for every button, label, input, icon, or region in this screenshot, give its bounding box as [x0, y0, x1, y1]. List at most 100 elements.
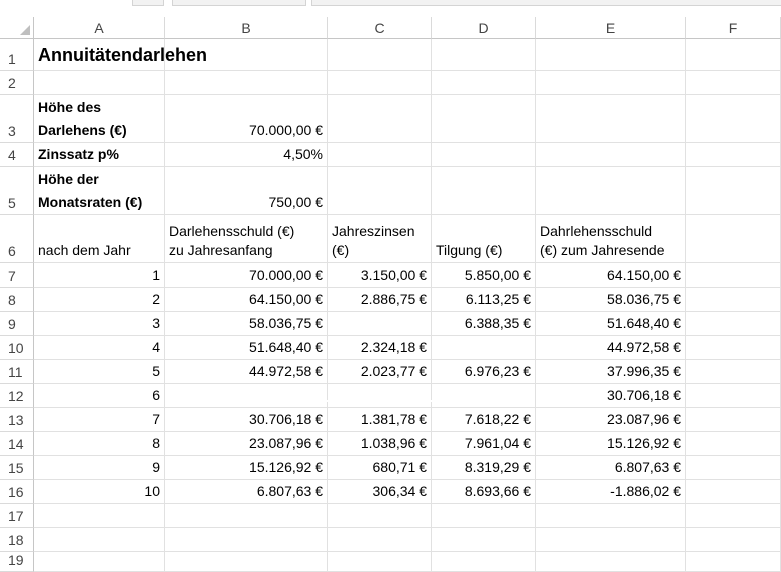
cell-f16[interactable]	[686, 480, 781, 504]
cell-d1[interactable]	[432, 39, 536, 71]
cell-a5[interactable]: Höhe der Monatsraten (€)	[34, 167, 165, 215]
cell-c18[interactable]	[328, 528, 432, 552]
cell-e11[interactable]: 37.996,35 €	[536, 360, 686, 384]
cell-e6[interactable]: Dahrlehensschuld (€) zum Jahresende	[536, 215, 686, 263]
cell-c1[interactable]	[328, 39, 432, 71]
column-header-c[interactable]: C	[328, 17, 432, 39]
cell-b10[interactable]: 51.648,40 €	[165, 336, 328, 360]
cell-d14[interactable]: 7.961,04 €	[432, 432, 536, 456]
cell-f9[interactable]	[686, 312, 781, 336]
cell-d11[interactable]: 6.976,23 €	[432, 360, 536, 384]
cell-a17[interactable]	[34, 504, 165, 528]
row-header-9[interactable]: 9	[0, 312, 34, 336]
cell-e14[interactable]: 15.126,92 €	[536, 432, 686, 456]
cell-d4[interactable]	[432, 143, 536, 167]
cell-a3[interactable]: Höhe des Darlehens (€)	[34, 95, 165, 143]
cell-b17[interactable]	[165, 504, 328, 528]
cell-a18[interactable]	[34, 528, 165, 552]
cell-a13[interactable]: 7	[34, 408, 165, 432]
cell-d7[interactable]: 5.850,00 €	[432, 263, 536, 288]
cell-e12[interactable]: 30.706,18 €	[536, 384, 686, 408]
cell-a10[interactable]: 4	[34, 336, 165, 360]
cell-d9[interactable]: 6.388,35 €	[432, 312, 536, 336]
cell-e17[interactable]	[536, 504, 686, 528]
cell-e3[interactable]	[536, 95, 686, 143]
cell-a11[interactable]: 5	[34, 360, 165, 384]
cell-e15[interactable]: 6.807,63 €	[536, 456, 686, 480]
cell-b19[interactable]	[165, 552, 328, 572]
cell-b16[interactable]: 6.807,63 €	[165, 480, 328, 504]
cell-d5[interactable]	[432, 167, 536, 215]
cell-a4[interactable]: Zinssatz p%	[34, 143, 165, 167]
cell-b11[interactable]: 44.972,58 €	[165, 360, 328, 384]
cell-d8[interactable]: 6.113,25 €	[432, 288, 536, 312]
cell-f17[interactable]	[686, 504, 781, 528]
cell-f12[interactable]	[686, 384, 781, 408]
cell-f10[interactable]	[686, 336, 781, 360]
cell-e8[interactable]: 58.036,75 €	[536, 288, 686, 312]
cell-a8[interactable]: 2	[34, 288, 165, 312]
cell-d16[interactable]: 8.693,66 €	[432, 480, 536, 504]
row-header-4[interactable]: 4	[0, 143, 34, 167]
cell-d6[interactable]: Tilgung (€)	[432, 215, 536, 263]
cell-e1[interactable]	[536, 39, 686, 71]
cell-b15[interactable]: 15.126,92 €	[165, 456, 328, 480]
cell-d2[interactable]	[432, 71, 536, 95]
cell-d10[interactable]	[432, 336, 536, 360]
cell-f2[interactable]	[686, 71, 781, 95]
cell-e5[interactable]	[536, 167, 686, 215]
select-all-button[interactable]	[0, 17, 34, 39]
cell-b18[interactable]	[165, 528, 328, 552]
row-header-3[interactable]: 3	[0, 95, 34, 143]
cell-f7[interactable]	[686, 263, 781, 288]
cell-f8[interactable]	[686, 288, 781, 312]
cell-a14[interactable]: 8	[34, 432, 165, 456]
row-header-8[interactable]: 8	[0, 288, 34, 312]
column-header-f[interactable]: F	[686, 17, 781, 39]
cell-d15[interactable]: 8.319,29 €	[432, 456, 536, 480]
cell-b2[interactable]	[165, 71, 328, 95]
cell-e13[interactable]: 23.087,96 €	[536, 408, 686, 432]
row-header-15[interactable]: 15	[0, 456, 34, 480]
cell-e4[interactable]	[536, 143, 686, 167]
cell-c17[interactable]	[328, 504, 432, 528]
cell-f18[interactable]	[686, 528, 781, 552]
cell-e2[interactable]	[536, 71, 686, 95]
cell-f3[interactable]	[686, 95, 781, 143]
row-header-7[interactable]: 7	[0, 263, 34, 288]
cell-d19[interactable]	[432, 552, 536, 572]
row-header-14[interactable]: 14	[0, 432, 34, 456]
cell-f1[interactable]	[686, 39, 781, 71]
row-header-6[interactable]: 6	[0, 215, 34, 263]
cell-a19[interactable]	[34, 552, 165, 572]
cell-f14[interactable]	[686, 432, 781, 456]
column-header-a[interactable]: A	[34, 17, 165, 39]
row-header-10[interactable]: 10	[0, 336, 34, 360]
cell-e9[interactable]: 51.648,40 €	[536, 312, 686, 336]
cell-a6[interactable]: nach dem Jahr	[34, 215, 165, 263]
cell-b6[interactable]: Darlehensschuld (€) zu Jahresanfang	[165, 215, 328, 263]
cell-d12[interactable]	[432, 384, 536, 408]
cell-a12[interactable]: 6	[34, 384, 165, 408]
row-header-17[interactable]: 17	[0, 504, 34, 528]
cell-f11[interactable]	[686, 360, 781, 384]
row-header-16[interactable]: 16	[0, 480, 34, 504]
cell-e7[interactable]: 64.150,00 €	[536, 263, 686, 288]
cell-e10[interactable]: 44.972,58 €	[536, 336, 686, 360]
cell-c9[interactable]	[328, 312, 432, 336]
cell-e18[interactable]	[536, 528, 686, 552]
cell-f19[interactable]	[686, 552, 781, 572]
cell-a16[interactable]: 10	[34, 480, 165, 504]
cell-c2[interactable]	[328, 71, 432, 95]
cell-f6[interactable]	[686, 215, 781, 263]
cell-f5[interactable]	[686, 167, 781, 215]
cell-c11[interactable]: 2.023,77 €	[328, 360, 432, 384]
cell-b14[interactable]: 23.087,96 €	[165, 432, 328, 456]
cell-b8[interactable]: 64.150,00 €	[165, 288, 328, 312]
cell-c8[interactable]: 2.886,75 €	[328, 288, 432, 312]
cell-d18[interactable]	[432, 528, 536, 552]
cell-c4[interactable]	[328, 143, 432, 167]
cell-b3[interactable]: 70.000,00 €	[165, 95, 328, 143]
cell-f15[interactable]	[686, 456, 781, 480]
cell-b9[interactable]: 58.036,75 €	[165, 312, 328, 336]
